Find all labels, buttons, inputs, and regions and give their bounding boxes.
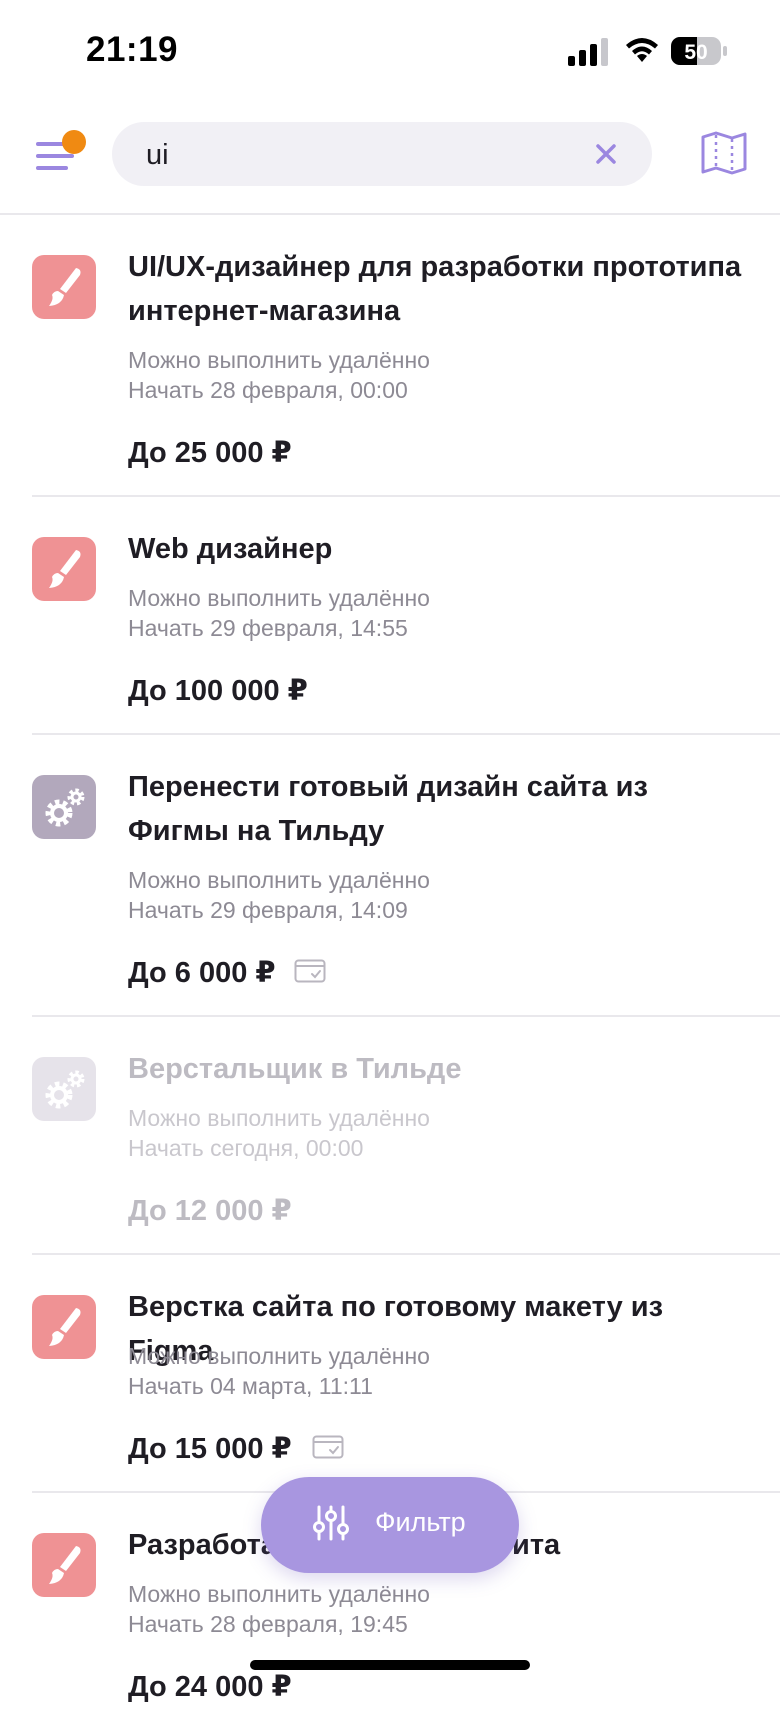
clear-search-icon[interactable] bbox=[590, 138, 622, 170]
wifi-icon bbox=[626, 38, 658, 62]
status-bar: 21:19 50 bbox=[0, 0, 780, 100]
paintbrush-icon bbox=[32, 537, 96, 601]
job-start-date: Начать 28 февраля, 19:45 bbox=[128, 1611, 408, 1637]
search-header bbox=[0, 100, 780, 215]
home-indicator bbox=[250, 1660, 530, 1670]
job-price: До 15 000 ₽ bbox=[128, 1433, 292, 1465]
job-remote-text: Можно выполнить удалённо bbox=[128, 347, 430, 373]
battery-icon: 50 bbox=[670, 36, 728, 71]
job-start-date: Начать 28 февраля, 00:00 bbox=[128, 377, 408, 403]
job-remote-text: Можно выполнить удалённо bbox=[128, 585, 430, 611]
sliders-icon bbox=[313, 1505, 349, 1541]
job-list-item[interactable]: UI/UX-дизайнер для разработки прототипа … bbox=[0, 215, 780, 497]
job-remote-text: Можно выполнить удалённо bbox=[128, 1105, 430, 1131]
job-title-end: ита bbox=[512, 1529, 561, 1561]
paintbrush-icon bbox=[32, 1295, 96, 1359]
job-start-date: Начать сегодня, 00:00 bbox=[128, 1135, 364, 1161]
job-start-date: Начать 29 февраля, 14:55 bbox=[128, 615, 408, 641]
cellular-signal-icon bbox=[568, 38, 608, 66]
job-list-item[interactable]: Верстальщик в Тильде Можно выполнить уда… bbox=[0, 1017, 780, 1255]
job-price: До 100 000 ₽ bbox=[128, 675, 308, 707]
job-price: До 24 000 ₽ bbox=[128, 1671, 292, 1703]
search-bar bbox=[112, 122, 652, 186]
gears-icon bbox=[32, 775, 96, 839]
job-price: До 6 000 ₽ bbox=[128, 957, 276, 989]
job-start-date: Начать 29 февраля, 14:09 bbox=[128, 897, 408, 923]
job-price: До 25 000 ₽ bbox=[128, 437, 292, 469]
job-title: Web дизайнер bbox=[128, 533, 333, 565]
menu-button[interactable] bbox=[36, 130, 86, 178]
map-icon[interactable] bbox=[700, 130, 748, 176]
job-list-item[interactable]: Верстка сайта по готовому макету из Figm… bbox=[0, 1255, 780, 1493]
job-list-item[interactable]: Web дизайнер Можно выполнить удалённо На… bbox=[0, 497, 780, 735]
job-remote-text: Можно выполнить удалённо bbox=[128, 867, 430, 893]
filter-label: Фильтр bbox=[375, 1507, 466, 1537]
notification-dot bbox=[62, 130, 86, 154]
job-remote-text: Можно выполнить удалённо bbox=[128, 1581, 430, 1607]
paintbrush-icon bbox=[32, 1533, 96, 1597]
paintbrush-icon bbox=[32, 255, 96, 319]
card-payment-icon bbox=[294, 959, 326, 983]
battery-level: 50 bbox=[684, 41, 707, 64]
job-remote-text: Можно выполнить удалённо bbox=[128, 1343, 430, 1369]
job-price: До 12 000 ₽ bbox=[128, 1195, 292, 1227]
card-payment-icon bbox=[312, 1435, 344, 1459]
filter-button[interactable]: Фильтр bbox=[261, 1477, 519, 1573]
job-list-item[interactable]: Перенести готовый дизайн сайта из Фигмы … bbox=[0, 735, 780, 1017]
job-title: Перенести готовый дизайн сайта из Фигмы … bbox=[128, 771, 648, 847]
status-time: 21:19 bbox=[86, 30, 179, 69]
job-title: Верстальщик в Тильде bbox=[128, 1053, 462, 1085]
gears-icon bbox=[32, 1057, 96, 1121]
job-title: UI/UX-дизайнер для разработки прототипа … bbox=[128, 251, 742, 327]
job-start-date: Начать 04 марта, 11:11 bbox=[128, 1373, 373, 1399]
search-input[interactable] bbox=[144, 130, 568, 180]
